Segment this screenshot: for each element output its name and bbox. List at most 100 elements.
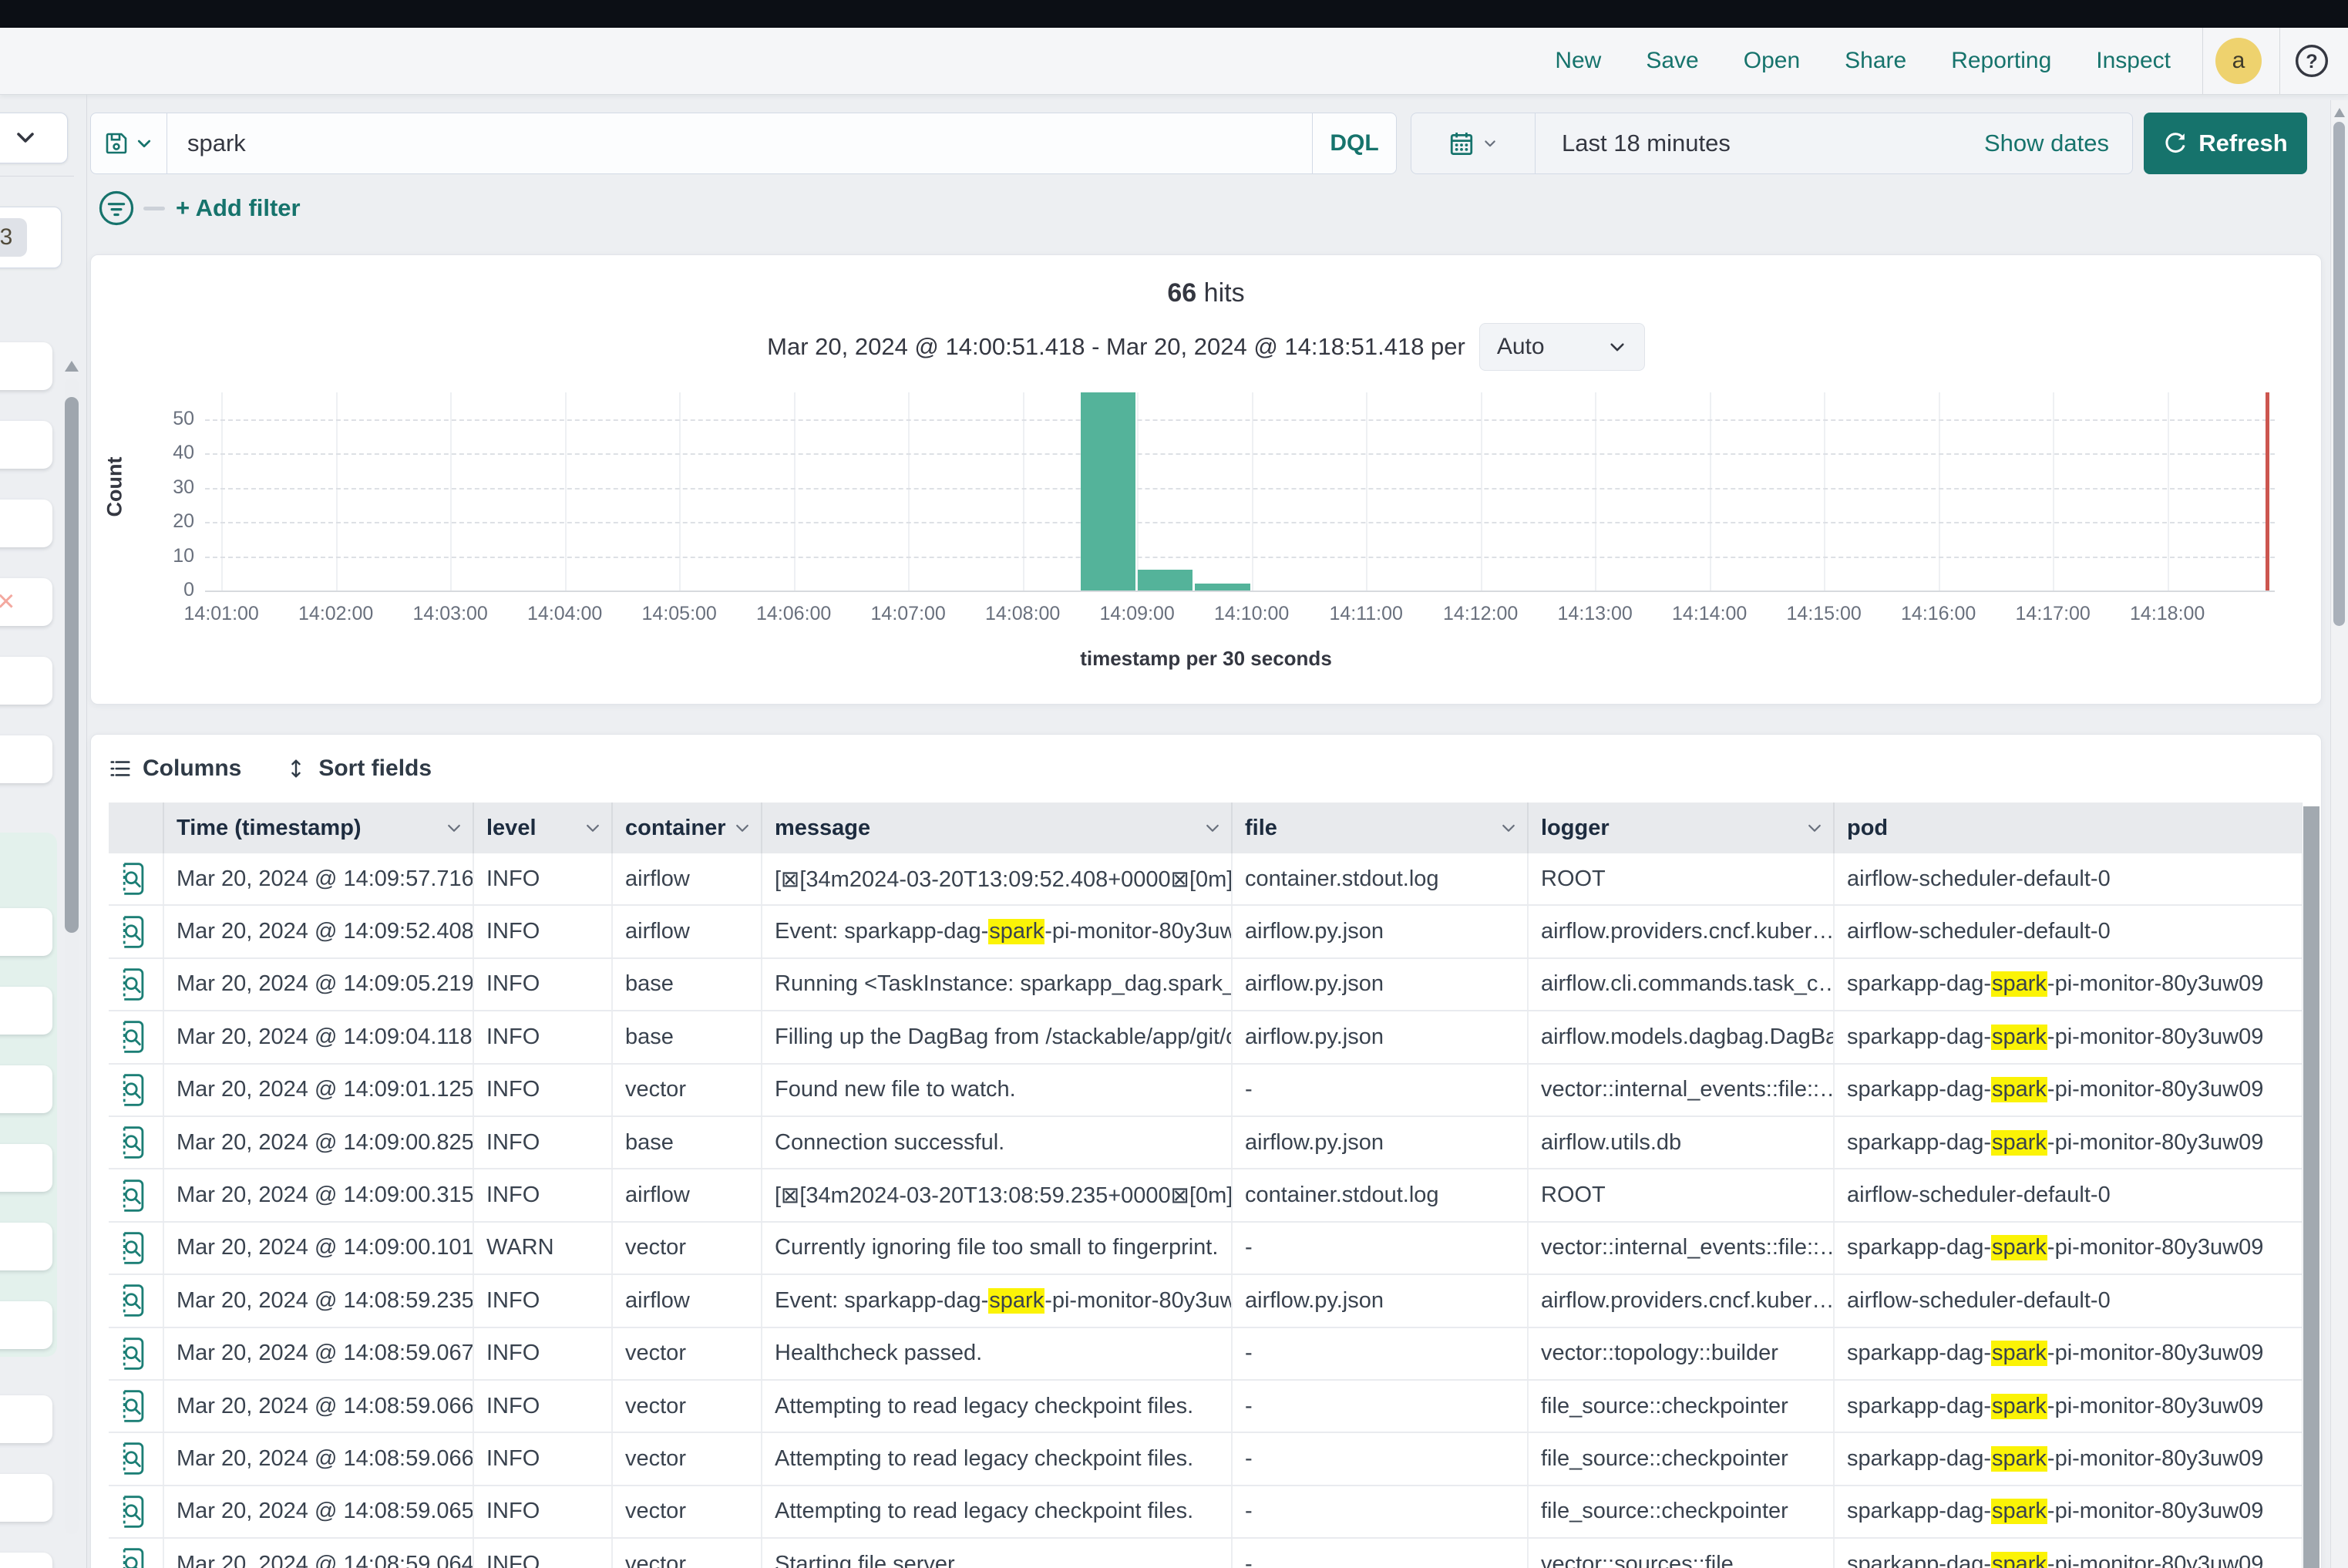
sidebar-field-card[interactable]: ×: [0, 578, 52, 626]
search-input[interactable]: [167, 113, 1312, 173]
log-row: Mar 20, 2024 @ 14:09:00.315INFOairflow[⊠…: [109, 1169, 2302, 1222]
nav-reporting[interactable]: Reporting: [1951, 48, 2051, 74]
sidebar-field-card[interactable]: [0, 500, 52, 547]
cell-message: Attempting to read legacy checkpoint fil…: [762, 1486, 1233, 1537]
sidebar-field-card[interactable]: [0, 908, 52, 956]
sidebar-collapse-select[interactable]: [0, 113, 68, 163]
log-row: Mar 20, 2024 @ 14:08:59.066INFOvectorAtt…: [109, 1381, 2302, 1433]
saved-query-menu-button[interactable]: [91, 113, 167, 173]
expand-document-icon[interactable]: [109, 1117, 164, 1168]
log-row: Mar 20, 2024 @ 14:08:59.067INFOvectorHea…: [109, 1328, 2302, 1381]
nav-open[interactable]: Open: [1744, 48, 1800, 74]
current-time-marker: [2266, 392, 2269, 591]
expand-document-icon[interactable]: [109, 1539, 164, 1568]
x-axis-title: timestamp per 30 seconds: [91, 647, 2321, 671]
sidebar-field-card[interactable]: [0, 1395, 52, 1443]
sidebar-field-count-box[interactable]: 3: [0, 207, 62, 268]
expand-document-icon[interactable]: [109, 1328, 164, 1379]
expand-document-icon[interactable]: [109, 1433, 164, 1484]
expand-document-icon[interactable]: [109, 959, 164, 1010]
query-language-button[interactable]: DQL: [1312, 113, 1396, 173]
cell-file: -: [1233, 1539, 1529, 1568]
x-tick-label: 14:07:00: [846, 603, 970, 625]
sidebar-field-card[interactable]: [0, 657, 52, 705]
histogram-bar[interactable]: [1138, 570, 1193, 591]
expand-document-icon[interactable]: [109, 1223, 164, 1274]
sidebar-scrollbar-up-icon[interactable]: [65, 361, 79, 372]
cell-pod: sparkapp-dag-spark-pi-monitor-80y3uw09: [1835, 1486, 2302, 1537]
columns-list-icon: [109, 757, 132, 780]
sort-fields-button[interactable]: Sort fields: [284, 755, 432, 782]
column-header-logger[interactable]: logger: [1529, 803, 1835, 853]
cell-pod: sparkapp-dag-spark-pi-monitor-80y3uw09: [1835, 1539, 2302, 1568]
table-scrollbar-thumb[interactable]: [2303, 806, 2319, 1568]
sidebar-field-card[interactable]: [0, 987, 52, 1035]
nav-inspect[interactable]: Inspect: [2096, 48, 2171, 74]
column-header-container[interactable]: container: [613, 803, 762, 853]
time-range-value[interactable]: Last 18 minutes: [1536, 130, 1984, 157]
cell-file: -: [1233, 1223, 1529, 1274]
expand-document-icon[interactable]: [109, 1169, 164, 1220]
y-tick-label: 20: [148, 510, 194, 533]
sidebar-field-card[interactable]: [0, 1144, 52, 1192]
expand-document-icon[interactable]: [109, 1381, 164, 1432]
log-row: Mar 20, 2024 @ 14:09:05.219INFObaseRunni…: [109, 959, 2302, 1011]
sidebar-scrollbar-thumb[interactable]: [65, 397, 79, 933]
chevron-down-icon: [13, 125, 38, 150]
log-row: Mar 20, 2024 @ 14:08:59.235INFOairflowEv…: [109, 1275, 2302, 1327]
help-icon[interactable]: ?: [2294, 43, 2329, 79]
column-header-message[interactable]: message: [762, 803, 1233, 853]
search-highlight: spark: [988, 919, 1044, 944]
sidebar-field-card[interactable]: [0, 1553, 52, 1568]
search-highlight: spark: [988, 1288, 1044, 1314]
log-row: Mar 20, 2024 @ 14:08:59.064INFOvectorSta…: [109, 1539, 2302, 1568]
y-gridline: [205, 557, 2275, 558]
sidebar-field-card[interactable]: [0, 421, 52, 469]
expand-document-icon[interactable]: [109, 853, 164, 904]
sidebar-field-card[interactable]: [0, 735, 52, 783]
sidebar-field-card[interactable]: [0, 342, 52, 390]
column-header-pod[interactable]: pod: [1835, 803, 2302, 853]
column-header-file[interactable]: file: [1233, 803, 1529, 853]
cell-logger: ROOT: [1529, 853, 1835, 904]
cell-time: Mar 20, 2024 @ 14:09:00.101: [164, 1223, 474, 1274]
cell-message: [⊠[34m2024-03-20T13:08:59.235+0000⊠[0m] …: [762, 1169, 1233, 1220]
x-gridline: [1023, 392, 1024, 591]
expand-document-icon[interactable]: [109, 1065, 164, 1115]
cell-level: INFO: [474, 1433, 613, 1484]
refresh-icon: [2163, 131, 2188, 156]
column-header-level[interactable]: level: [474, 803, 613, 853]
expand-document-icon[interactable]: [109, 906, 164, 957]
cell-logger: vector::sources::file: [1529, 1539, 1835, 1568]
sidebar-field-card[interactable]: [0, 1301, 52, 1349]
cell-logger: ROOT: [1529, 1169, 1835, 1220]
top-chrome-bar: [0, 0, 2348, 28]
nav-save[interactable]: Save: [1646, 48, 1698, 74]
page-scrollbar-thumb[interactable]: [2333, 122, 2345, 626]
histogram-bar[interactable]: [1081, 392, 1135, 591]
sidebar-field-card[interactable]: [0, 1223, 52, 1270]
nav-share[interactable]: Share: [1845, 48, 1906, 74]
expand-document-icon[interactable]: [109, 1275, 164, 1326]
chevron-down-icon: [1482, 136, 1498, 151]
cell-container: base: [613, 959, 762, 1010]
sidebar-field-card[interactable]: [0, 1065, 52, 1113]
nav-new[interactable]: New: [1555, 48, 1601, 74]
cell-message: Event: sparkapp-dag-spark-pi-monitor-80y…: [762, 906, 1233, 957]
remove-field-icon[interactable]: ×: [0, 584, 15, 618]
expand-document-icon[interactable]: [109, 1011, 164, 1062]
query-bar: DQL: [90, 113, 1397, 174]
date-picker-menu-button[interactable]: [1411, 113, 1536, 173]
log-row: Mar 20, 2024 @ 14:09:57.716INFOairflow[⊠…: [109, 853, 2302, 906]
add-filter-link[interactable]: + Add filter: [176, 194, 301, 222]
show-dates-link[interactable]: Show dates: [1984, 130, 2132, 157]
columns-button[interactable]: Columns: [109, 755, 241, 782]
page-scrollbar-up-icon[interactable]: [2334, 108, 2345, 117]
refresh-button[interactable]: Refresh: [2144, 113, 2307, 174]
sidebar-field-card[interactable]: [0, 1474, 52, 1522]
expand-document-icon[interactable]: [109, 1486, 164, 1537]
filter-menu-icon[interactable]: [98, 190, 135, 227]
column-header-time-timestamp-[interactable]: Time (timestamp): [164, 803, 474, 853]
histogram-bar[interactable]: [1195, 584, 1250, 591]
avatar[interactable]: a: [2215, 38, 2262, 84]
